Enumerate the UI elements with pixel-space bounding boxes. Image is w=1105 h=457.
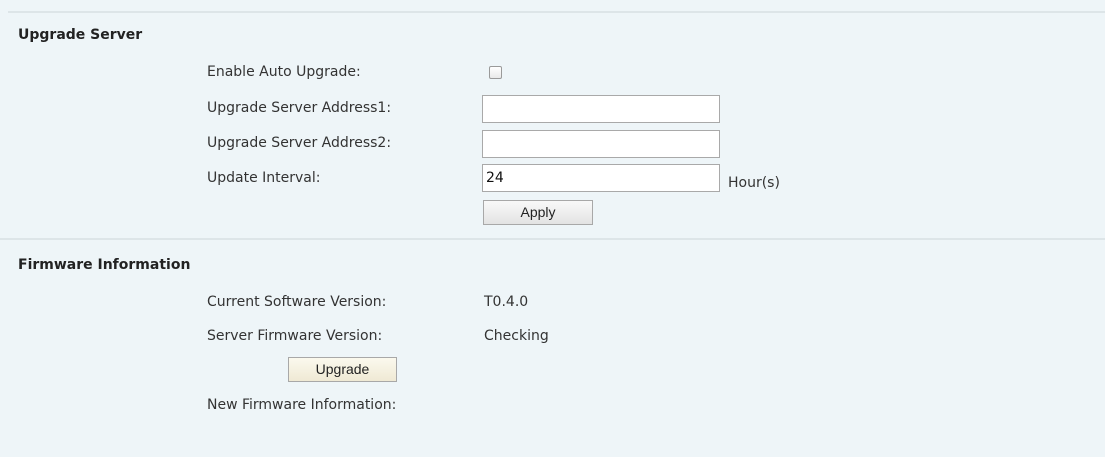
upgrade-server-address1-label: Upgrade Server Address1:	[207, 100, 392, 116]
enable-auto-upgrade-checkbox[interactable]	[489, 66, 502, 79]
apply-button[interactable]: Apply	[483, 200, 593, 225]
upgrade-server-address1-input[interactable]	[482, 95, 720, 123]
firmware-information-title: Firmware Information	[18, 257, 191, 273]
server-firmware-version-value: Checking	[484, 328, 549, 344]
update-interval-label: Update Interval:	[207, 170, 321, 186]
update-interval-input[interactable]	[482, 164, 720, 192]
server-firmware-version-label: Server Firmware Version:	[207, 328, 383, 344]
upgrade-server-address2-input[interactable]	[482, 130, 720, 158]
section-divider	[0, 238, 1105, 240]
upgrade-server-address2-label: Upgrade Server Address2:	[207, 135, 392, 151]
top-divider	[8, 11, 1105, 13]
upgrade-button[interactable]: Upgrade	[288, 357, 397, 382]
current-software-version-value: T0.4.0	[484, 294, 529, 310]
update-interval-unit: Hour(s)	[728, 175, 780, 191]
upgrade-server-title: Upgrade Server	[18, 27, 143, 43]
new-firmware-information-label: New Firmware Information:	[207, 397, 397, 413]
current-software-version-label: Current Software Version:	[207, 294, 387, 310]
enable-auto-upgrade-label: Enable Auto Upgrade:	[207, 64, 361, 80]
